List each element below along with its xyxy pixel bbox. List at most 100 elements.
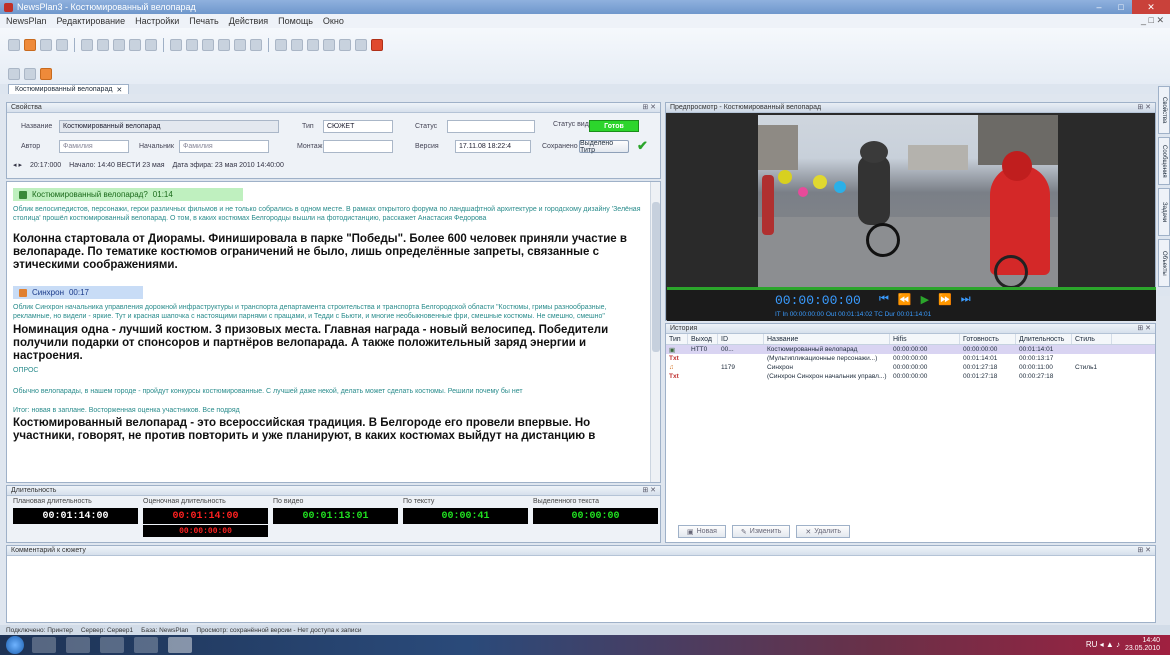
comments-header: Комментарий к сюжету: [11, 547, 86, 554]
pin-icon[interactable]: ⊞ ✕: [1137, 546, 1151, 554]
col-hifis[interactable]: Hifis: [890, 334, 960, 344]
open-icon[interactable]: [24, 39, 36, 51]
clock[interactable]: 14:40 23.05.2010: [1125, 637, 1160, 653]
block-header-story[interactable]: Костюмированный велопарад? 01:14: [13, 188, 243, 201]
maximize-button[interactable]: □: [1110, 0, 1132, 14]
author-field[interactable]: Фамилия: [59, 140, 129, 153]
edit-icon: ✎: [740, 528, 747, 536]
record-icon[interactable]: [371, 39, 383, 51]
table-row[interactable]: Txt (Синхрон Синхрон начальник управл...…: [666, 372, 1155, 381]
copy-icon[interactable]: [97, 39, 109, 51]
taskbar-ie-icon[interactable]: [32, 637, 56, 653]
menu-actions[interactable]: Действия: [229, 16, 268, 26]
check-icon[interactable]: ✔: [637, 139, 649, 153]
title-button[interactable]: Выделено Титр: [579, 140, 629, 154]
menu-settings[interactable]: Настройки: [135, 16, 179, 26]
tool-icon[interactable]: [40, 68, 52, 80]
side-tab-messages[interactable]: Сообщения: [1158, 137, 1170, 185]
system-tray[interactable]: RU ◂ ▲ ♪: [1086, 640, 1120, 649]
type-select[interactable]: СЮЖЕТ: [323, 120, 393, 133]
pin-icon[interactable]: ⊞ ✕: [642, 103, 656, 111]
col-duration[interactable]: Длительность: [1016, 334, 1072, 344]
info-nav-icon[interactable]: ◂ ▸: [13, 161, 22, 169]
progress-track[interactable]: [667, 287, 1156, 290]
scrollbar-thumb[interactable]: [652, 202, 660, 352]
tab-close-icon[interactable]: ✕: [116, 86, 122, 94]
release-select[interactable]: 17.11.08 18:22:4: [455, 140, 531, 153]
redo-icon[interactable]: [145, 39, 157, 51]
text-editor[interactable]: Костюмированный велопарад? 01:14 Облик в…: [6, 181, 661, 483]
start-button[interactable]: [6, 636, 24, 654]
print-icon[interactable]: [56, 39, 68, 51]
bold-icon[interactable]: [170, 39, 182, 51]
taskbar-newsplan-icon[interactable]: [168, 637, 192, 653]
list-icon[interactable]: [234, 39, 246, 51]
table-icon[interactable]: [307, 39, 319, 51]
col-ready[interactable]: Готовность: [960, 334, 1016, 344]
indent-icon[interactable]: [250, 39, 262, 51]
head-field[interactable]: Фамилия: [179, 140, 269, 153]
taskbar-explorer-icon[interactable]: [66, 637, 90, 653]
delete-button[interactable]: ✕ Удалить: [796, 525, 850, 538]
replace-icon[interactable]: [291, 39, 303, 51]
bike-wheel: [866, 223, 900, 257]
pin-icon[interactable]: ⊞ ✕: [1137, 103, 1151, 111]
name-field[interactable]: Костюмированный велопарад: [59, 120, 279, 133]
comments-panel[interactable]: Комментарий к сюжету ⊞ ✕: [6, 545, 1156, 623]
editor-scrollbar[interactable]: [650, 182, 660, 482]
italic-icon[interactable]: [186, 39, 198, 51]
edition-field[interactable]: [323, 140, 393, 153]
spiderman-head: [1002, 151, 1032, 181]
status-select[interactable]: [447, 120, 535, 133]
spell-icon[interactable]: [355, 39, 367, 51]
underline-icon[interactable]: [202, 39, 214, 51]
block1-title: Костюмированный велопарад?: [32, 190, 148, 199]
table-row[interactable]: Txt (Мультипликационные персонажи...) 00…: [666, 354, 1155, 363]
col-id[interactable]: ID: [718, 334, 764, 344]
rewind-icon[interactable]: ⏪: [898, 293, 912, 306]
new-icon[interactable]: [8, 39, 20, 51]
video-value: 00:01:13:01: [273, 508, 398, 524]
table-row[interactable]: ▣ НТТ0 00... Костюмированный велопарад 0…: [666, 345, 1155, 354]
layout-icon[interactable]: [24, 68, 36, 80]
align-icon[interactable]: [218, 39, 230, 51]
taskbar-app-icon[interactable]: [134, 637, 158, 653]
new-button[interactable]: ▣ Новая: [678, 525, 726, 538]
menu-print[interactable]: Печать: [189, 16, 218, 26]
taskbar-media-icon[interactable]: [100, 637, 124, 653]
col-type[interactable]: Тип: [666, 334, 688, 344]
find-icon[interactable]: [275, 39, 287, 51]
close-button[interactable]: ✕: [1132, 0, 1170, 14]
block-header-sync[interactable]: Синхрон 00:17: [13, 286, 143, 299]
pin-icon[interactable]: ⊞ ✕: [642, 486, 656, 494]
video-frame[interactable]: [758, 115, 1058, 287]
col-style[interactable]: Стиль: [1072, 334, 1112, 344]
pin-icon[interactable]: ⊞ ✕: [1137, 324, 1151, 332]
col-name[interactable]: Название: [764, 334, 890, 344]
menu-edit[interactable]: Редактирование: [57, 16, 126, 26]
tab-document[interactable]: Костюмированный велопарад ✕: [8, 84, 130, 94]
menu-help[interactable]: Помощь: [278, 16, 313, 26]
start-icon[interactable]: ⏮: [879, 293, 889, 306]
minimize-button[interactable]: –: [1088, 0, 1110, 14]
mdi-controls[interactable]: _ □ ✕: [1141, 15, 1164, 26]
play-icon[interactable]: ▶: [921, 293, 929, 306]
paste-icon[interactable]: [113, 39, 125, 51]
link-icon[interactable]: [323, 39, 335, 51]
insert-icon[interactable]: [8, 68, 20, 80]
forward-icon[interactable]: ⏩: [938, 293, 952, 306]
undo-icon[interactable]: [129, 39, 141, 51]
side-tab-objects[interactable]: Объекты: [1158, 239, 1170, 287]
image-icon[interactable]: [339, 39, 351, 51]
menu-window[interactable]: Окно: [323, 16, 344, 26]
col-out[interactable]: Выход: [688, 334, 718, 344]
cut-icon[interactable]: [81, 39, 93, 51]
end-icon[interactable]: ⏭: [961, 293, 971, 306]
edit-button[interactable]: ✎ Изменить: [731, 525, 791, 538]
side-tab-tasks[interactable]: Задачи: [1158, 188, 1170, 236]
menu-newsplan[interactable]: NewsPlan: [6, 16, 47, 26]
side-tab-properties[interactable]: Свойства: [1158, 86, 1170, 134]
note3: Обычно велопарады, в нашем городе - прой…: [13, 388, 523, 395]
table-row[interactable]: ♫ 1179 Синхрон 00:00:00:00 00:01:27:18 0…: [666, 363, 1155, 372]
save-icon[interactable]: [40, 39, 52, 51]
